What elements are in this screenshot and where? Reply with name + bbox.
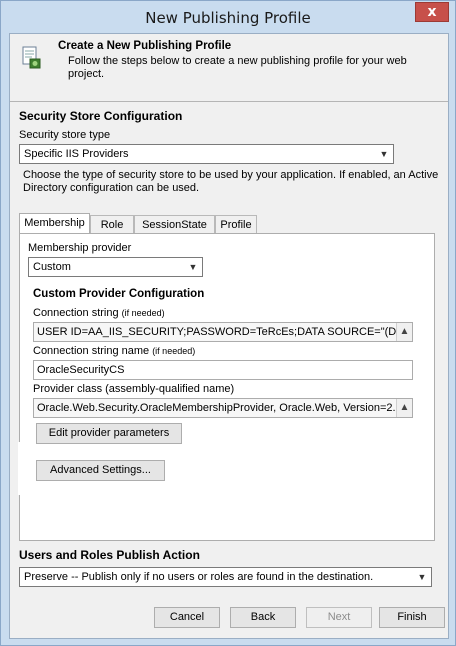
- publish-action-title: Users and Roles Publish Action: [19, 548, 200, 562]
- store-type-description: Choose the type of security store to be …: [23, 169, 439, 194]
- custom-provider-title: Custom Provider Configuration: [33, 288, 205, 300]
- security-section-title: Security Store Configuration: [19, 109, 183, 123]
- chevron-down-icon: ▼: [188, 262, 198, 272]
- chevron-down-icon: ▼: [379, 149, 389, 159]
- dialog-body: Create a New Publishing Profile Follow t…: [9, 33, 449, 639]
- connection-string-field[interactable]: USER ID=AA_IIS_SECURITY;PASSWORD=TeRcEs;…: [33, 322, 413, 342]
- connection-name-field[interactable]: OracleSecurityCS: [33, 360, 413, 380]
- next-button[interactable]: Next: [306, 607, 372, 628]
- tab-membership[interactable]: Membership: [19, 213, 90, 235]
- membership-provider-value: Custom: [33, 261, 71, 273]
- edit-provider-parameters-button[interactable]: Edit provider parameters: [36, 423, 182, 444]
- chevron-up-icon[interactable]: ▲: [396, 399, 412, 417]
- connection-string-label: Connection string (if needed): [33, 307, 165, 319]
- publish-action-value: Preserve -- Publish only if no users or …: [24, 571, 374, 583]
- provider-tabs: Membership Role SessionState Profile: [19, 213, 439, 235]
- dialog-window: New Publishing Profile x Create a New Pu…: [0, 0, 456, 646]
- connection-name-label-text: Connection string name: [33, 345, 150, 357]
- connection-string-hint: (if needed): [121, 308, 165, 318]
- store-type-select[interactable]: Specific IIS Providers ▼: [19, 144, 394, 164]
- connection-string-label-text: Connection string: [33, 307, 119, 319]
- store-type-value: Specific IIS Providers: [24, 148, 129, 160]
- tab-sessionstate[interactable]: SessionState: [134, 215, 215, 235]
- connection-name-label: Connection string name (if needed): [33, 345, 195, 357]
- provider-class-label: Provider class (assembly-qualified name): [33, 383, 235, 395]
- chevron-down-icon: ▼: [417, 572, 427, 582]
- finish-button[interactable]: Finish: [379, 607, 445, 628]
- title-bar[interactable]: New Publishing Profile x: [1, 1, 455, 33]
- tab-role[interactable]: Role: [90, 215, 134, 235]
- publish-profile-icon: [22, 46, 41, 69]
- tab-profile[interactable]: Profile: [215, 215, 257, 235]
- publish-action-select[interactable]: Preserve -- Publish only if no users or …: [19, 567, 432, 587]
- cancel-button[interactable]: Cancel: [154, 607, 220, 628]
- chevron-up-icon[interactable]: ▲: [396, 323, 412, 341]
- header-title: Create a New Publishing Profile: [58, 40, 232, 52]
- back-button[interactable]: Back: [230, 607, 296, 628]
- provider-class-value: Oracle.Web.Security.OracleMembershipProv…: [37, 402, 396, 414]
- window-title: New Publishing Profile: [145, 9, 311, 27]
- membership-provider-label: Membership provider: [28, 242, 132, 254]
- store-type-label: Security store type: [19, 129, 111, 141]
- membership-provider-select[interactable]: Custom ▼: [28, 257, 203, 277]
- connection-name-hint: (if needed): [152, 346, 196, 356]
- connection-string-value: USER ID=AA_IIS_SECURITY;PASSWORD=TeRcEs;…: [37, 326, 413, 338]
- advanced-settings-button[interactable]: Advanced Settings...: [36, 460, 165, 481]
- header-description: Follow the steps below to create a new p…: [68, 55, 407, 80]
- wizard-header: Create a New Publishing Profile Follow t…: [10, 34, 448, 102]
- close-button[interactable]: x: [415, 2, 449, 22]
- close-icon: x: [427, 4, 437, 20]
- provider-class-field[interactable]: Oracle.Web.Security.OracleMembershipProv…: [33, 398, 413, 418]
